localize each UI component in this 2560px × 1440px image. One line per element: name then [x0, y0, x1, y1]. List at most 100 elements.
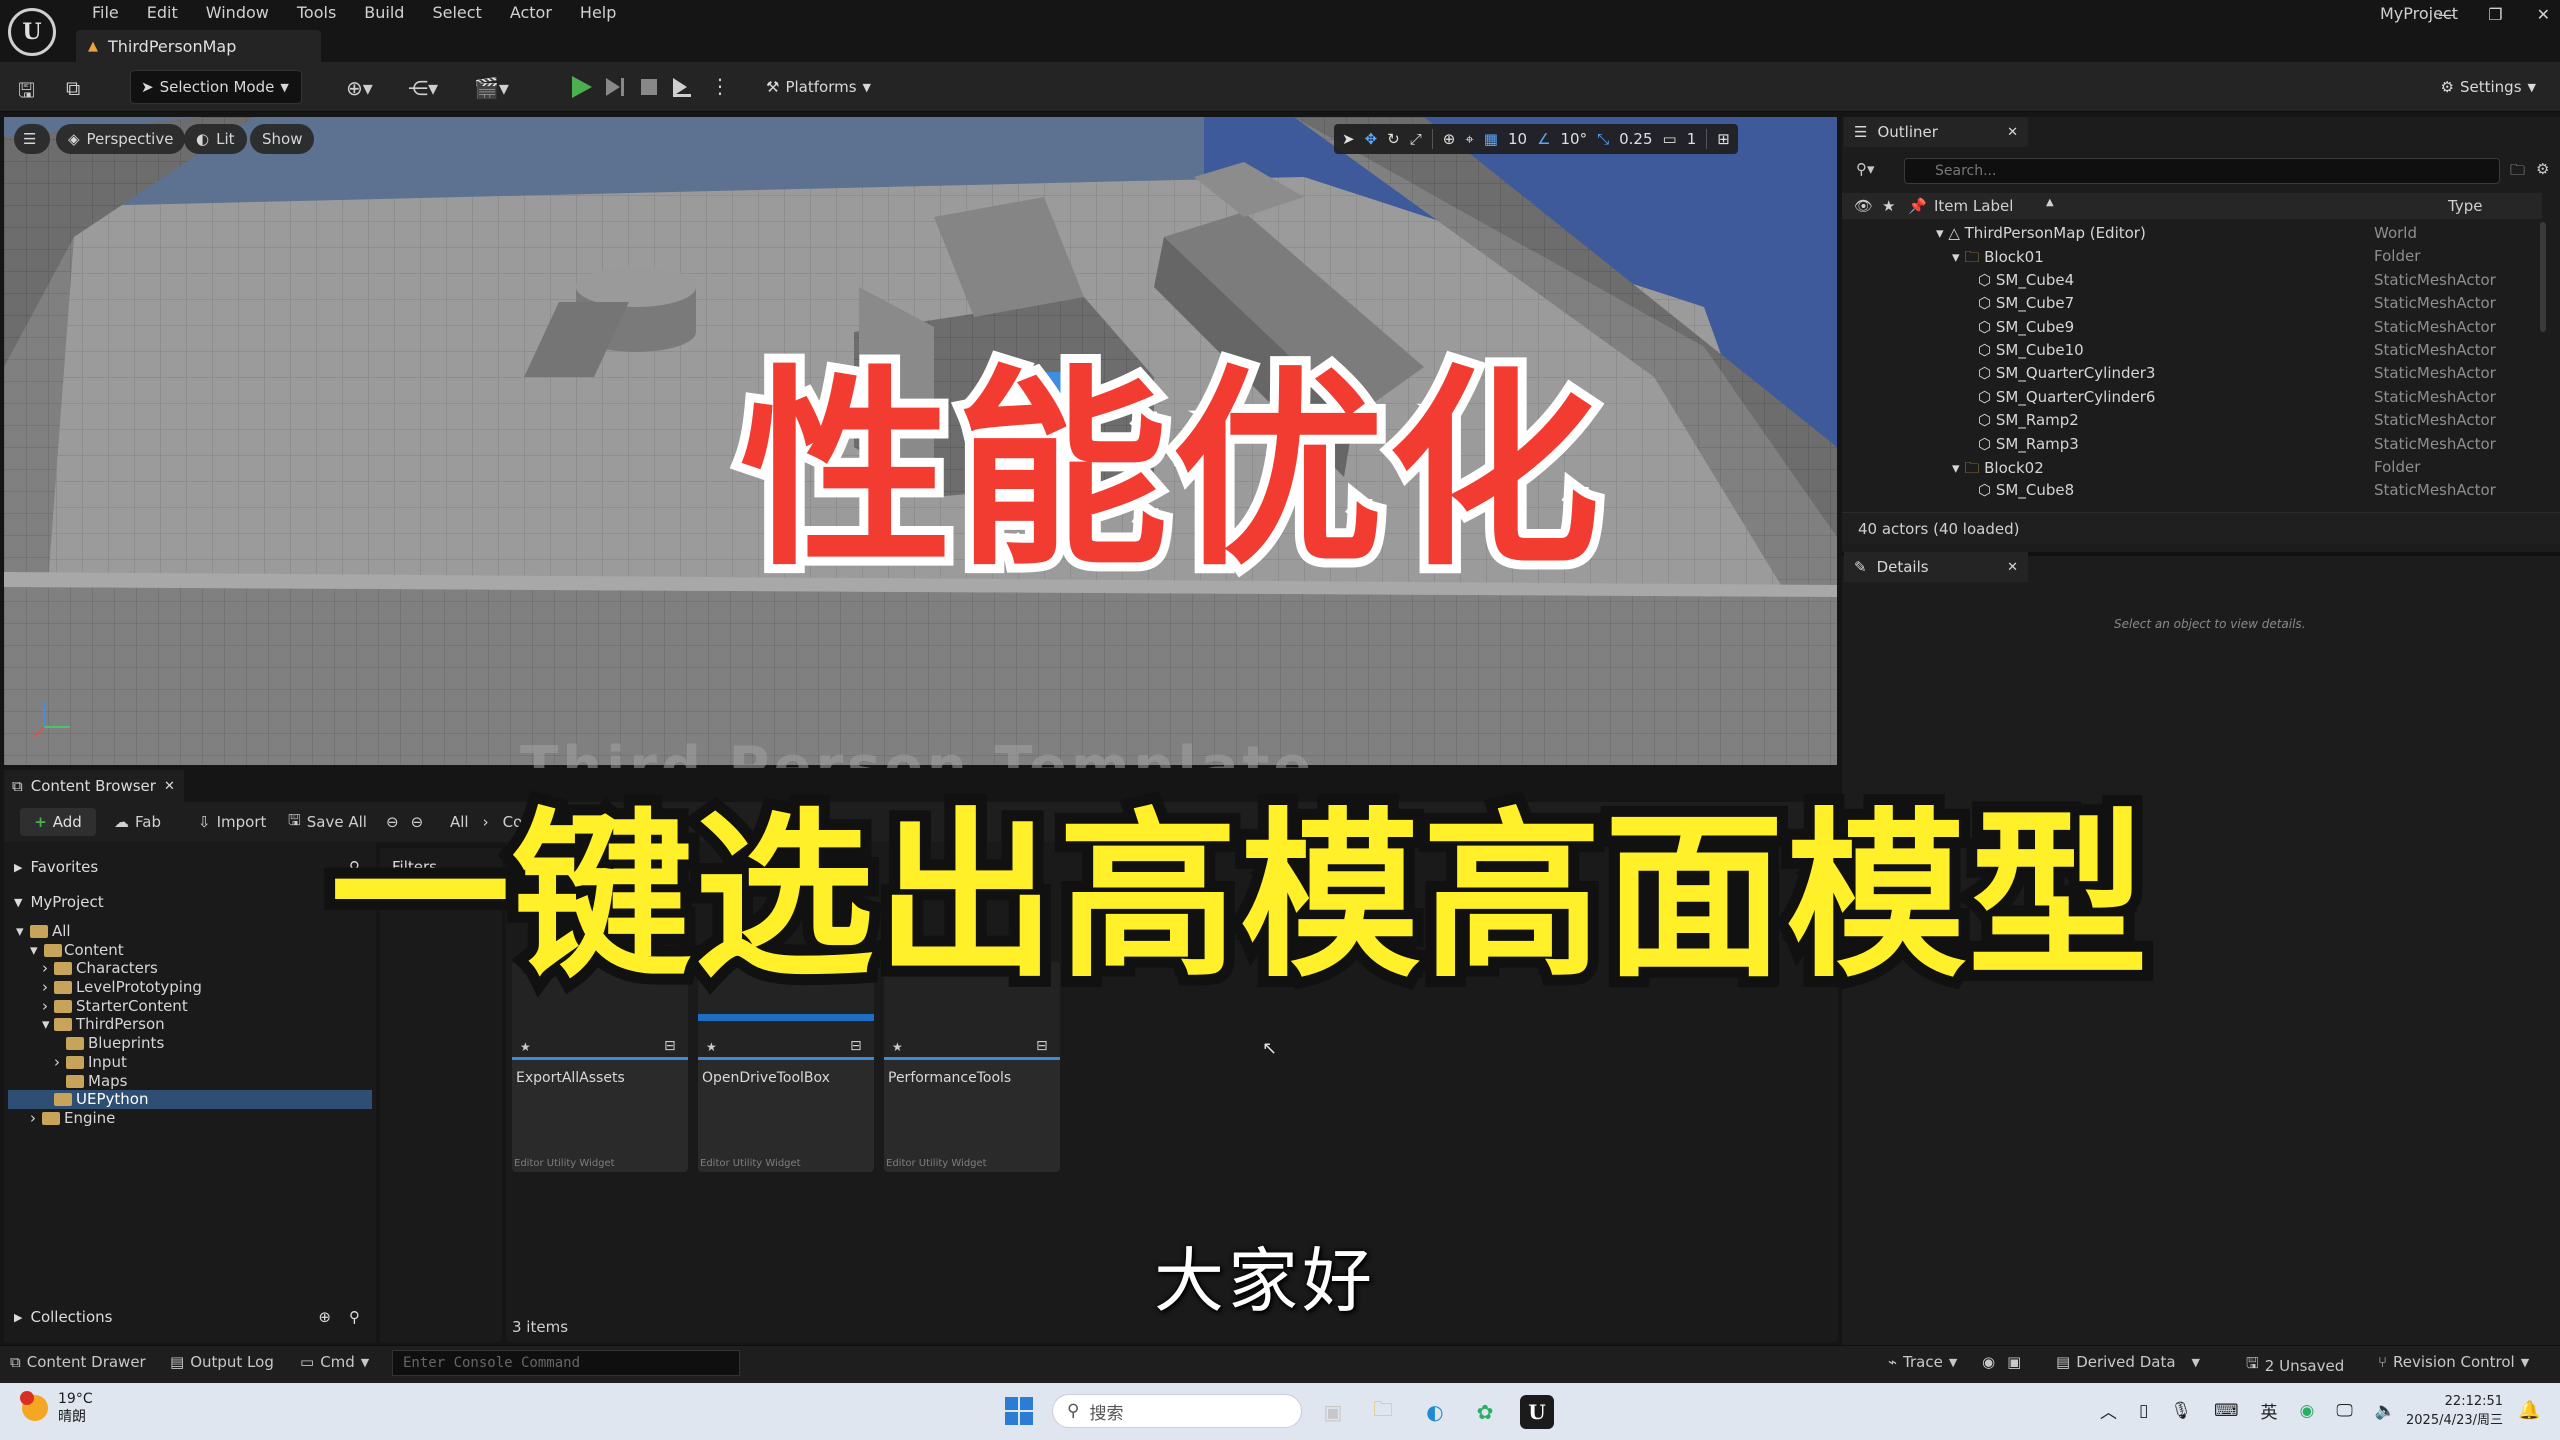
unreal-logo-icon[interactable]: U [8, 8, 56, 56]
weather-widget[interactable]: 19°C 晴朗 [20, 1390, 93, 1426]
menu-item-edit[interactable]: Edit [133, 0, 192, 26]
network-icon[interactable]: 🖵 [2336, 1401, 2352, 1421]
more-options-icon[interactable]: ⋮ [710, 74, 730, 98]
microphone-icon[interactable]: 🎙 [2170, 1401, 2192, 1421]
favorite-star-icon[interactable]: ★ [520, 1040, 531, 1054]
show-button[interactable]: Show [250, 124, 315, 154]
folder-row[interactable]: Maps [8, 1072, 372, 1091]
expand-arrow-icon[interactable]: ▾ [1952, 248, 1960, 266]
visibility-icon[interactable]: 👁 [1854, 197, 1873, 215]
folder-row[interactable]: Blueprints [8, 1034, 372, 1053]
outliner-scrollbar[interactable] [2540, 222, 2546, 332]
folder-row[interactable]: ▾ Content [8, 941, 372, 960]
folder-row[interactable]: › Characters [8, 959, 372, 978]
tree-row-folder[interactable]: ▾ 🗀 Block02 Folder [1842, 456, 2542, 479]
taskbar-search[interactable]: ⚲ 搜索 [1052, 1394, 1302, 1428]
close-tab-icon[interactable]: ✕ [2007, 560, 2018, 575]
scale-snap-value[interactable]: 0.25 [1619, 130, 1652, 148]
keyboard-icon[interactable]: ⌨ [2214, 1401, 2239, 1421]
platforms-dropdown[interactable]: ⚒ Platforms ▼ [760, 70, 877, 104]
settings-dropdown[interactable]: ⚙ Settings ▼ [2435, 70, 2542, 104]
import-button[interactable]: ⇩ Import [198, 808, 266, 836]
pin-icon[interactable]: 📌 [1908, 197, 1927, 215]
menu-item-actor[interactable]: Actor [496, 0, 566, 26]
tray-overflow-icon[interactable]: ︿ [2100, 1398, 2117, 1423]
browse-icon[interactable]: ⧉ [66, 76, 80, 100]
camera-speed-icon[interactable]: ▭ [1663, 130, 1677, 148]
menu-item-help[interactable]: Help [566, 0, 630, 26]
rotation-snap-icon[interactable]: ∠ [1537, 130, 1550, 148]
outliner-tab[interactable]: ☰ Outliner ✕ [1844, 117, 2028, 147]
revision-control-dropdown[interactable]: ⑂ Revision Control ▼ [2378, 1353, 2529, 1371]
content-drawer-button[interactable]: ⧉ Content Drawer [10, 1353, 146, 1371]
play-button[interactable] [568, 74, 594, 100]
add-button[interactable]: + Add [20, 808, 96, 836]
notification-bell-icon[interactable]: 🔔 [2518, 1400, 2540, 1421]
camera-icon[interactable]: ▣ [2007, 1353, 2021, 1371]
record-icon[interactable]: ◉ [1982, 1353, 1995, 1371]
output-log-button[interactable]: ▤ Output Log [170, 1353, 274, 1371]
gear-icon[interactable]: ⚙ [2536, 160, 2549, 178]
add-collection-icon[interactable]: ⊕ [318, 1308, 331, 1326]
select-icon[interactable]: ➤ [1342, 130, 1355, 148]
expand-arrow-icon[interactable]: ▾ [1936, 224, 1944, 242]
folder-row[interactable]: › Engine [8, 1109, 372, 1128]
level-tab[interactable]: ▲ ThirdPersonMap [76, 30, 321, 62]
scale-snap-icon[interactable]: ⤡ [1597, 130, 1609, 148]
fab-button[interactable]: ☁ Fab [114, 808, 161, 836]
project-header[interactable]: ▼ MyProject [14, 893, 104, 911]
menu-item-file[interactable]: File [78, 0, 133, 26]
folder-row[interactable]: ▾ ThirdPerson [8, 1015, 372, 1034]
folder-row[interactable]: ▾ All [8, 922, 372, 941]
file-explorer-icon[interactable]: 🗀 [1366, 1395, 1400, 1429]
menu-item-tools[interactable]: Tools [283, 0, 350, 26]
add-folder-icon[interactable]: 🗀 [2510, 160, 2525, 185]
tree-row-actor[interactable]: ⬡ SM_Cube4 StaticMeshActor [1842, 269, 2542, 292]
console-input[interactable]: Enter Console Command [392, 1350, 740, 1376]
folder-row-selected[interactable]: UEPython [8, 1090, 372, 1109]
tree-row-actor[interactable]: ⬡ SM_Cube7 StaticMeshActor [1842, 292, 2542, 315]
edge-browser-icon[interactable]: ◐ [1418, 1395, 1452, 1429]
folder-row[interactable]: › StarterContent [8, 997, 372, 1016]
folder-row[interactable]: › LevelPrototyping [8, 978, 372, 997]
tree-row-actor[interactable]: ⬡ SM_Cube10 StaticMeshActor [1842, 339, 2542, 362]
camera-speed-value[interactable]: 1 [1687, 130, 1697, 148]
item-label-column[interactable]: Item Label [1934, 197, 2013, 215]
rotate-icon[interactable]: ↻ [1387, 130, 1400, 148]
usb-icon[interactable]: ▯ [2139, 1401, 2148, 1421]
derived-data-dropdown[interactable]: ▤ Derived Data ▼ [2056, 1353, 2200, 1371]
rotation-snap-value[interactable]: 10° [1561, 130, 1588, 148]
close-tab-icon[interactable]: ✕ [164, 779, 175, 794]
favorites-header[interactable]: ▶ Favorites ⚲ [14, 858, 370, 876]
ime-indicator[interactable]: 英 [2261, 1398, 2278, 1423]
tree-row-actor[interactable]: ⬡ SM_QuarterCylinder3 StaticMeshActor [1842, 362, 2542, 385]
perspective-button[interactable]: ◈ Perspective [56, 124, 186, 154]
cinematics-icon[interactable]: 🎬▾ [474, 76, 509, 100]
wechat-icon[interactable]: ✿ [1468, 1395, 1502, 1429]
blueprint-icon[interactable]: ⋲▾ [408, 76, 438, 100]
minimize-icon[interactable]: — [2438, 5, 2454, 24]
taskbar-clock[interactable]: 22:12:51 2025/4/23/周三 [2406, 1392, 2503, 1430]
tree-row-actor[interactable]: ⬡ SM_Cube8 StaticMeshActor [1842, 479, 2542, 502]
tree-row-actor[interactable]: ⬡ SM_Ramp3 StaticMeshActor [1842, 433, 2542, 456]
outliner-search-input[interactable]: Search... [1904, 158, 2500, 184]
tree-row-actor[interactable]: ⬡ SM_Cube9 StaticMeshActor [1842, 316, 2542, 339]
menu-item-build[interactable]: Build [350, 0, 418, 26]
folder-row[interactable]: › Input [8, 1053, 372, 1072]
search-icon[interactable]: ⚲ [349, 1308, 360, 1326]
unreal-engine-taskbar-icon[interactable]: U [1520, 1395, 1554, 1429]
eject-button[interactable] [670, 76, 694, 98]
tree-row-folder[interactable]: ▾ 🗀 Block01 Folder [1842, 245, 2542, 268]
layout-icon[interactable]: ⊞ [1717, 130, 1730, 148]
favorite-star-icon[interactable]: ★ [892, 1040, 903, 1054]
favorite-star-icon[interactable]: ★ [706, 1040, 717, 1054]
add-actor-icon[interactable]: ⊕▾ [346, 76, 373, 100]
grid-snap-icon[interactable]: ▦ [1484, 130, 1498, 148]
selection-mode-dropdown[interactable]: ➤ Selection Mode ▼ [130, 70, 302, 104]
unsaved-button[interactable]: 🖫 2 Unsaved [2246, 1353, 2344, 1378]
stop-button[interactable] [638, 76, 660, 98]
translate-icon[interactable]: ✥ [1365, 130, 1378, 148]
close-tab-icon[interactable]: ✕ [2007, 125, 2018, 140]
volume-icon[interactable]: 🔈 [2375, 1401, 2396, 1421]
filter-icon[interactable]: ⚲▾ [1856, 160, 1875, 178]
